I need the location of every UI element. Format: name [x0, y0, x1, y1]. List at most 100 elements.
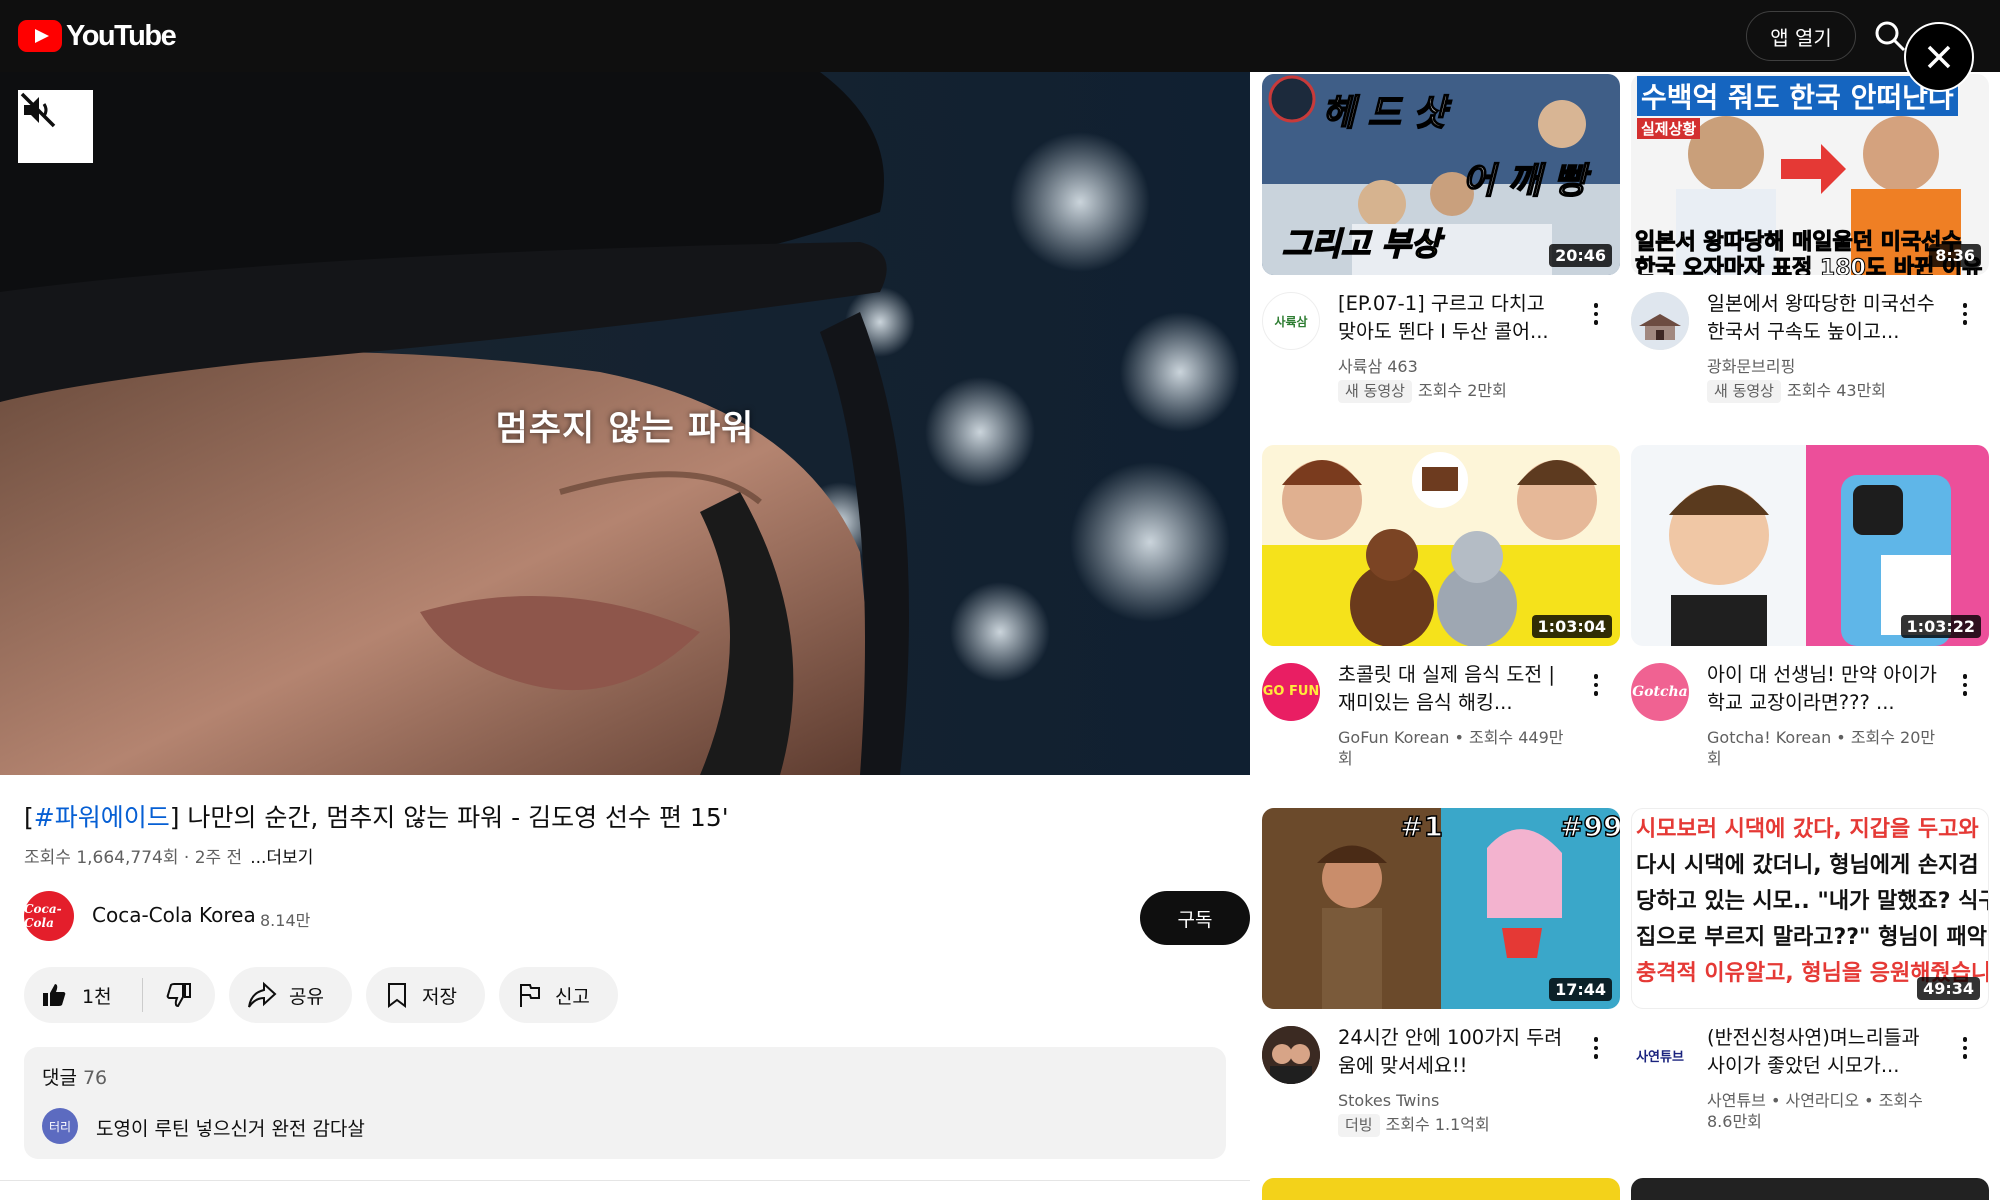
- channel-name[interactable]: Coca-Cola Korea: [92, 903, 256, 927]
- new-video-badge: 새 동영상: [1707, 380, 1781, 403]
- subscribe-button[interactable]: 구독: [1140, 891, 1250, 945]
- video-stats: 조회수 1,664,774회 · 2주 전 ...더보기: [24, 843, 313, 868]
- action-bar: 1천 공유 저장 신고: [24, 967, 618, 1023]
- thumbnail-text: #1: [1399, 809, 1443, 844]
- video-caption: 멈추지 않는 파워: [495, 409, 755, 449]
- thumbnail-text: 시모보러 시댁에 갔다, 지갑을 두고와: [1636, 817, 1979, 842]
- channel-row: Coca-Cola Coca-Cola Korea 8.14만 구독: [24, 891, 1250, 945]
- report-button[interactable]: 신고: [498, 967, 618, 1023]
- thumbnail-text: 그리고 부상: [1281, 224, 1441, 264]
- video-duration: 17:44: [1549, 978, 1612, 1001]
- video-thumbnail[interactable]: #1 #99 17:44: [1262, 808, 1620, 1009]
- thumbnail-text: 수백억 줘도 한국 안떠난다: [1637, 76, 1958, 116]
- video-thumbnail[interactable]: 헤 드 샷 어 깨 빵 그리고 부상 20:46: [1262, 74, 1620, 275]
- top-comment: 도영이 루틴 넣으신거 완전 감다살: [96, 1118, 365, 1140]
- video-duration: 49:34: [1917, 977, 1980, 1000]
- more-options-icon[interactable]: [1953, 1030, 1977, 1066]
- top-bar: YouTube 앱 열기: [0, 0, 2000, 72]
- thumbnail-text: 다시 시댁에 갔더니, 형님에게 손지검: [1636, 853, 1979, 878]
- channel-avatar[interactable]: Coca-Cola: [24, 891, 74, 941]
- comments-label: 댓글: [42, 1067, 77, 1089]
- channel-name: 광화문브리핑: [1707, 357, 1796, 376]
- hashtag-link[interactable]: #파워에이드: [34, 803, 170, 832]
- open-app-button[interactable]: 앱 열기: [1746, 11, 1856, 61]
- video-thumbnail[interactable]: 시모보러 시댁에 갔다, 지갑을 두고와 다시 시댁에 갔더니, 형님에게 손지…: [1631, 808, 1989, 1009]
- like-count: 1천: [82, 985, 112, 1008]
- video-meta: 사륙삼 463 새 동영상 조회수 2만회: [1338, 356, 1568, 403]
- like-button[interactable]: 1천: [24, 967, 142, 1023]
- video-title: [#파워에이드] 나만의 순간, 멈추지 않는 파워 - 김도영 선수 편 15…: [24, 801, 1224, 835]
- video-meta: GoFun Korean • 조회수 449만회: [1338, 728, 1564, 768]
- video-duration: 8:36: [1929, 244, 1981, 267]
- divider: [0, 1180, 1250, 1181]
- view-count: 조회수 43만회: [1786, 381, 1887, 400]
- video-meta: 사연튜브 • 사연라디오 • 조회수 8.6만회: [1707, 1091, 1923, 1131]
- channel-avatar[interactable]: GO FUN: [1262, 663, 1320, 721]
- channel-avatar[interactable]: [1262, 1026, 1320, 1084]
- thumbnail-text: 어 깨 빵: [1461, 160, 1587, 203]
- commenter-avatar: 터리: [42, 1108, 78, 1144]
- channel-name: 사륙삼 463: [1338, 357, 1418, 376]
- video-thumbnail[interactable]: 1:03:04: [1262, 445, 1620, 646]
- save-button[interactable]: 저장: [365, 967, 485, 1023]
- video-duration: 1:03:04: [1531, 615, 1612, 638]
- thumbnail-text: #99: [1559, 809, 1620, 844]
- view-count: 조회수 1.1억회: [1385, 1115, 1490, 1134]
- video-title[interactable]: 아이 대 선생님! 만약 아이가 학교 교장이라면??? ...: [1707, 661, 1937, 717]
- video-title[interactable]: 초콜릿 대 실제 음식 도전 | 재미있는 음식 해킹...: [1338, 661, 1568, 717]
- search-icon[interactable]: [1872, 18, 1908, 54]
- channel-avatar[interactable]: [1631, 292, 1689, 350]
- flag-icon: [519, 984, 540, 1007]
- channel-avatar[interactable]: Gotcha: [1631, 663, 1689, 721]
- channel-avatar[interactable]: 사륙삼: [1262, 292, 1320, 350]
- save-label: 저장: [421, 985, 457, 1008]
- report-label: 신고: [554, 985, 590, 1008]
- video-thumbnail[interactable]: [1262, 1178, 1620, 1200]
- title-text: ] 나만의 순간, 멈추지 않는 파워 - 김도영 선수 편 15': [169, 803, 729, 832]
- subscriber-count: 8.14만: [260, 911, 311, 930]
- thumbnail-text: 헤 드 샷: [1321, 92, 1447, 135]
- video-title[interactable]: (반전신청사연)며느리들과 사이가 좋았던 시모가...: [1707, 1024, 1937, 1080]
- more-options-icon[interactable]: [1953, 296, 1977, 332]
- more-options-icon[interactable]: [1953, 667, 1977, 703]
- youtube-play-icon: [18, 20, 62, 52]
- more-options-icon[interactable]: [1584, 667, 1608, 703]
- video-meta: Gotcha! Korean • 조회수 20만회: [1707, 728, 1936, 768]
- thumbnail-text: 당하고 있는 시모.. "내가 말했죠? 식구들: [1636, 889, 1989, 914]
- more-options-icon[interactable]: [1584, 1030, 1608, 1066]
- close-icon[interactable]: [1904, 22, 1974, 92]
- share-icon: [248, 981, 277, 1008]
- share-label: 공유: [289, 985, 324, 1008]
- logo-text: YouTube: [66, 19, 177, 52]
- thumbnail-text: 집으로 부르지 말라고??" 형님이 패악질 한: [1636, 925, 1988, 950]
- video-thumbnail[interactable]: 1:03:22: [1631, 445, 1989, 646]
- bookmark-icon: [387, 983, 406, 1008]
- comments-preview[interactable]: 댓글 76 터리 도영이 루틴 넣으신거 완전 감다살: [24, 1047, 1226, 1159]
- channel-name: Stokes Twins: [1338, 1091, 1440, 1110]
- mute-icon[interactable]: [18, 90, 93, 163]
- youtube-logo[interactable]: YouTube: [18, 18, 177, 54]
- channel-avatar[interactable]: 사연튜브: [1631, 1026, 1689, 1084]
- thumbs-down-icon: [166, 983, 192, 1008]
- video-title[interactable]: 일본에서 왕따당한 미국선수 한국서 구속도 높이고...: [1707, 290, 1937, 346]
- dislike-button[interactable]: [143, 967, 215, 1023]
- video-thumbnail[interactable]: 수백억 줘도 한국 안떠난다 실제상황 일본서 왕따당해 매일울던 미국선수 한…: [1631, 74, 1989, 275]
- thumbnail-text: 실제상황: [1637, 118, 1701, 139]
- comments-header: 댓글 76: [42, 1063, 107, 1090]
- title-open-bracket: [: [24, 803, 34, 832]
- view-count: 조회수 2만회: [1417, 381, 1507, 400]
- more-link[interactable]: ...더보기: [250, 848, 313, 868]
- video-player[interactable]: 멈추지 않는 파워: [0, 72, 1250, 775]
- comments-count: 76: [82, 1067, 108, 1089]
- video-title[interactable]: [EP.07-1] 구르고 다치고 맞아도 뛴다 I 두산 콜어...: [1338, 290, 1568, 346]
- video-title[interactable]: 24시간 안에 100가지 두려움에 맞서세요!!: [1338, 1024, 1568, 1080]
- like-dislike-group: 1천: [24, 967, 215, 1023]
- views-and-date: 조회수 1,664,774회 · 2주 전: [24, 848, 243, 868]
- more-options-icon[interactable]: [1584, 296, 1608, 332]
- dubbed-badge: 더빙: [1338, 1114, 1380, 1137]
- video-thumbnail[interactable]: [1631, 1178, 1989, 1200]
- share-button[interactable]: 공유: [229, 967, 352, 1023]
- new-video-badge: 새 동영상: [1338, 380, 1412, 403]
- video-meta: 광화문브리핑 새 동영상 조회수 43만회: [1707, 356, 1937, 403]
- thumbs-up-icon: [43, 984, 66, 1006]
